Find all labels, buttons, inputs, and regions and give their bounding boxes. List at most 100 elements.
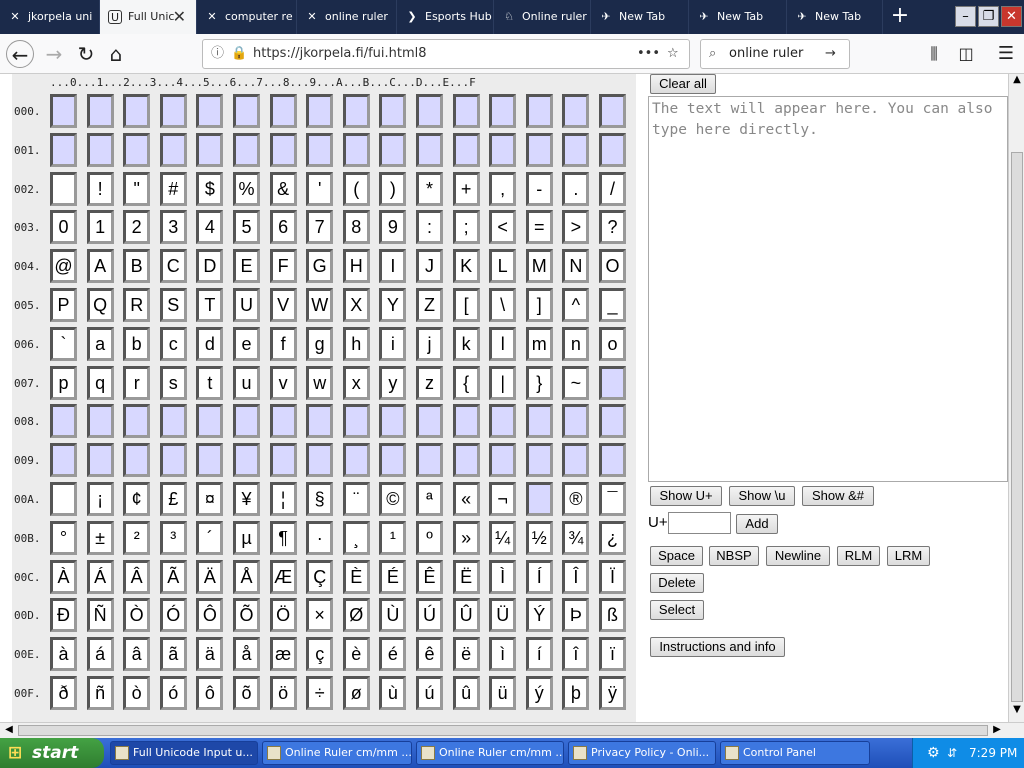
char-cell[interactable]: r	[123, 365, 151, 400]
char-cell[interactable]	[196, 132, 224, 167]
char-cell[interactable]	[123, 443, 151, 478]
char-cell[interactable]: @	[50, 249, 77, 284]
char-cell[interactable]	[452, 132, 480, 167]
char-cell[interactable]: ®	[562, 482, 590, 516]
char-cell[interactable]: '	[306, 171, 334, 206]
char-cell[interactable]: =	[525, 210, 553, 245]
char-cell[interactable]: ¨	[342, 482, 370, 516]
char-cell[interactable]	[50, 482, 77, 516]
char-cell[interactable]: x	[342, 365, 370, 400]
char-cell[interactable]	[416, 404, 443, 439]
char-cell[interactable]	[379, 132, 407, 167]
tab-close-icon[interactable]: ✕	[173, 0, 186, 34]
char-cell[interactable]	[159, 132, 187, 167]
char-cell[interactable]: À	[50, 559, 77, 594]
char-cell[interactable]	[342, 443, 370, 478]
char-cell[interactable]: C	[159, 249, 187, 284]
char-cell[interactable]: _	[599, 288, 626, 322]
char-cell[interactable]: Ä	[196, 559, 224, 594]
char-cell[interactable]: *	[416, 171, 443, 206]
char-cell[interactable]	[306, 443, 334, 478]
char-cell[interactable]: o	[599, 326, 626, 361]
char-cell[interactable]: :	[416, 210, 443, 245]
char-cell[interactable]: Ü	[489, 598, 517, 633]
char-cell[interactable]	[525, 482, 553, 516]
char-cell[interactable]	[50, 94, 77, 128]
char-cell[interactable]: à	[50, 637, 77, 672]
char-cell[interactable]: v	[269, 365, 297, 400]
char-cell[interactable]: û	[452, 676, 480, 710]
library-icon[interactable]: ⫼	[920, 40, 948, 68]
char-cell[interactable]	[269, 132, 297, 167]
char-cell[interactable]: W	[306, 288, 334, 322]
char-cell[interactable]: »	[452, 520, 480, 555]
char-cell[interactable]: K	[452, 249, 480, 284]
char-cell[interactable]: È	[342, 559, 370, 594]
char-cell[interactable]: ¬	[489, 482, 517, 516]
char-cell[interactable]: ¯	[599, 482, 626, 516]
char-cell[interactable]: Ê	[416, 559, 443, 594]
char-cell[interactable]: Æ	[269, 559, 297, 594]
char-cell[interactable]: 6	[269, 210, 297, 245]
char-cell[interactable]	[159, 94, 187, 128]
char-cell[interactable]	[525, 443, 553, 478]
char-cell[interactable]: «	[452, 482, 480, 516]
page-actions-icon[interactable]: •••	[637, 40, 660, 68]
char-cell[interactable]	[416, 132, 443, 167]
delete-button[interactable]: Delete	[650, 573, 704, 593]
char-cell[interactable]	[196, 94, 224, 128]
char-cell[interactable]	[306, 132, 334, 167]
char-cell[interactable]	[452, 443, 480, 478]
char-cell[interactable]: #	[159, 171, 187, 206]
char-cell[interactable]: h	[342, 326, 370, 361]
char-cell[interactable]: ,	[489, 171, 517, 206]
close-window-button[interactable]: ✕	[1001, 6, 1022, 27]
char-cell[interactable]: í	[525, 637, 553, 672]
char-cell[interactable]	[599, 443, 626, 478]
taskbar-task[interactable]: Full Unicode Input u...	[110, 741, 258, 765]
char-cell[interactable]: a	[86, 326, 114, 361]
char-cell[interactable]: u	[233, 365, 260, 400]
char-cell[interactable]: Z	[416, 288, 443, 322]
hscroll-thumb[interactable]	[18, 725, 988, 736]
char-cell[interactable]: ä	[196, 637, 224, 672]
char-cell[interactable]	[489, 132, 517, 167]
char-cell[interactable]: ¡	[86, 482, 114, 516]
browser-tab[interactable]: ✕ computer re	[197, 0, 297, 34]
char-cell[interactable]: ô	[196, 676, 224, 710]
search-go-icon[interactable]: →	[825, 40, 836, 68]
char-cell[interactable]: ?	[599, 210, 626, 245]
char-cell[interactable]: Ô	[196, 598, 224, 633]
char-cell[interactable]: ¦	[269, 482, 297, 516]
char-cell[interactable]: ;	[452, 210, 480, 245]
browser-tab[interactable]: U Full Unic ✕	[100, 0, 197, 34]
char-cell[interactable]: î	[562, 637, 590, 672]
char-cell[interactable]: i	[379, 326, 407, 361]
scroll-up-arrow[interactable]: ▲	[1010, 74, 1024, 90]
char-cell[interactable]	[159, 443, 187, 478]
char-cell[interactable]	[86, 443, 114, 478]
scroll-thumb[interactable]	[1011, 152, 1023, 702]
char-cell[interactable]: 2	[123, 210, 151, 245]
char-cell[interactable]: z	[416, 365, 443, 400]
char-cell[interactable]: ù	[379, 676, 407, 710]
forward-button[interactable]: →	[40, 40, 68, 68]
restore-button[interactable]: ❐	[978, 6, 999, 27]
char-cell[interactable]: Î	[562, 559, 590, 594]
char-cell[interactable]	[233, 132, 260, 167]
char-cell[interactable]: 7	[306, 210, 334, 245]
char-cell[interactable]: Ò	[123, 598, 151, 633]
char-cell[interactable]: 5	[233, 210, 260, 245]
char-cell[interactable]: Ù	[379, 598, 407, 633]
home-button[interactable]: ⌂	[102, 40, 130, 68]
char-cell[interactable]: ì	[489, 637, 517, 672]
char-cell[interactable]	[86, 132, 114, 167]
char-cell[interactable]: (	[342, 171, 370, 206]
browser-tab[interactable]: ✈ New Tab	[689, 0, 787, 34]
clock-time[interactable]: 7:29 PM	[969, 738, 1017, 768]
scroll-left-arrow[interactable]: ◀	[2, 724, 16, 738]
char-cell[interactable]: D	[196, 249, 224, 284]
instructions-button[interactable]: Instructions and info	[650, 637, 785, 657]
char-cell[interactable]: ¾	[562, 520, 590, 555]
char-cell[interactable]: d	[196, 326, 224, 361]
